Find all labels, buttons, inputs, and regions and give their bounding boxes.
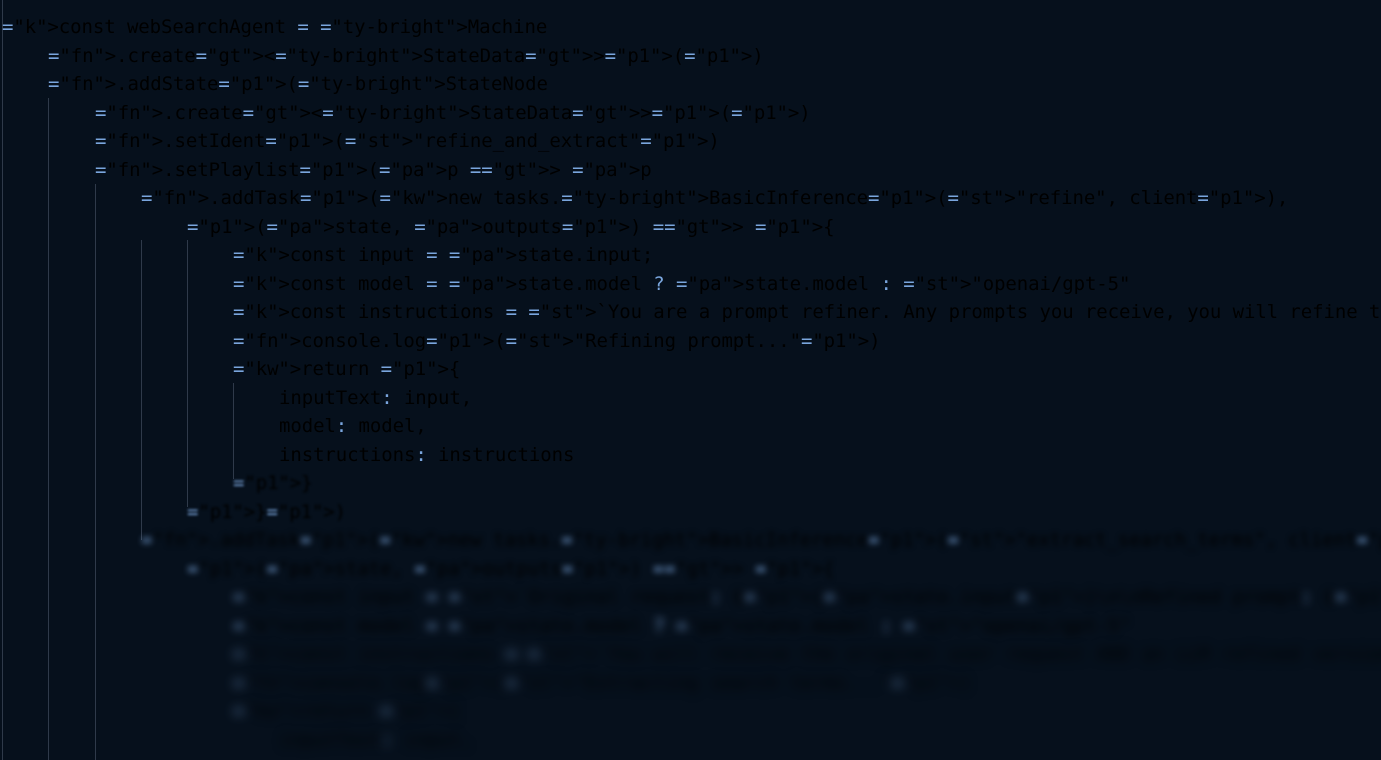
code-line-18: ="p1">}="p1">) bbox=[187, 501, 347, 523]
code-line-8: ="p1">(="pa">state, ="pa">outputs="p1">)… bbox=[187, 216, 835, 238]
code-editor[interactable]: ="k">const webSearchAgent = ="ty-bright"… bbox=[0, 0, 1381, 760]
code-line-7: ="fn">.addTask="p1">(="kw">new tasks.="t… bbox=[141, 187, 1289, 209]
code-line-13: ="kw">return ="p1">{ bbox=[233, 358, 461, 380]
code-line-5: ="fn">.setIdent="p1">(="st">"refine_and_… bbox=[95, 130, 720, 152]
indent-guide bbox=[48, 98, 49, 760]
code-line-26: inputText: input, bbox=[279, 729, 473, 751]
indent-guide bbox=[95, 184, 96, 760]
code-line-6: ="fn">.setPlaylist="p1">(="pa">p =="gt">… bbox=[95, 159, 652, 181]
indent-guide bbox=[141, 240, 142, 540]
code-line-20: ="p1">(="pa">state, ="pa">outputs="p1">)… bbox=[187, 558, 835, 580]
code-line-15: model: model, bbox=[279, 415, 427, 437]
code-line-21: ="k">const input = ="st">`Original reque… bbox=[233, 586, 1381, 608]
code-line-12: ="fn">console.log="p1">(="st">"Refining … bbox=[233, 330, 881, 352]
code-line-19: ="fn">.addTask="p1">(="kw">new tasks.="t… bbox=[141, 529, 1381, 551]
code-line-10: ="k">const model = ="pa">state.model ? =… bbox=[233, 273, 1131, 295]
code-line-9: ="k">const input = ="pa">state.input; bbox=[233, 244, 654, 266]
code-line-11: ="k">const instructions = ="st">`You are… bbox=[233, 301, 1381, 323]
code-line-17: ="p1">} bbox=[233, 472, 313, 494]
code-line-1: ="k">const webSearchAgent = ="ty-bright"… bbox=[2, 16, 548, 38]
code-line-2: ="fn">.create="gt"><="ty-bright">StateDa… bbox=[48, 45, 764, 67]
indent-guide bbox=[233, 383, 234, 479]
code-line-16: instructions: instructions bbox=[279, 444, 575, 466]
code-line-14: inputText: input, bbox=[279, 387, 473, 409]
code-line-3: ="fn">.addState="p1">(="ty-bright">State… bbox=[48, 73, 548, 95]
code-line-22: ="k">const model = ="pa">state.model ? =… bbox=[233, 615, 1131, 637]
code-line-24: ="fn">console.log="p1">(="st">"Extractin… bbox=[233, 672, 972, 694]
indent-guide bbox=[187, 240, 188, 507]
code-line-4: ="fn">.create="gt"><="ty-bright">StateDa… bbox=[95, 102, 811, 124]
code-line-23: ="k">const instructions = ="st">`You wil… bbox=[233, 643, 1381, 665]
indent-guide bbox=[2, 0, 3, 760]
code-line-25: ="kw">return ="p1">{ bbox=[233, 700, 461, 722]
